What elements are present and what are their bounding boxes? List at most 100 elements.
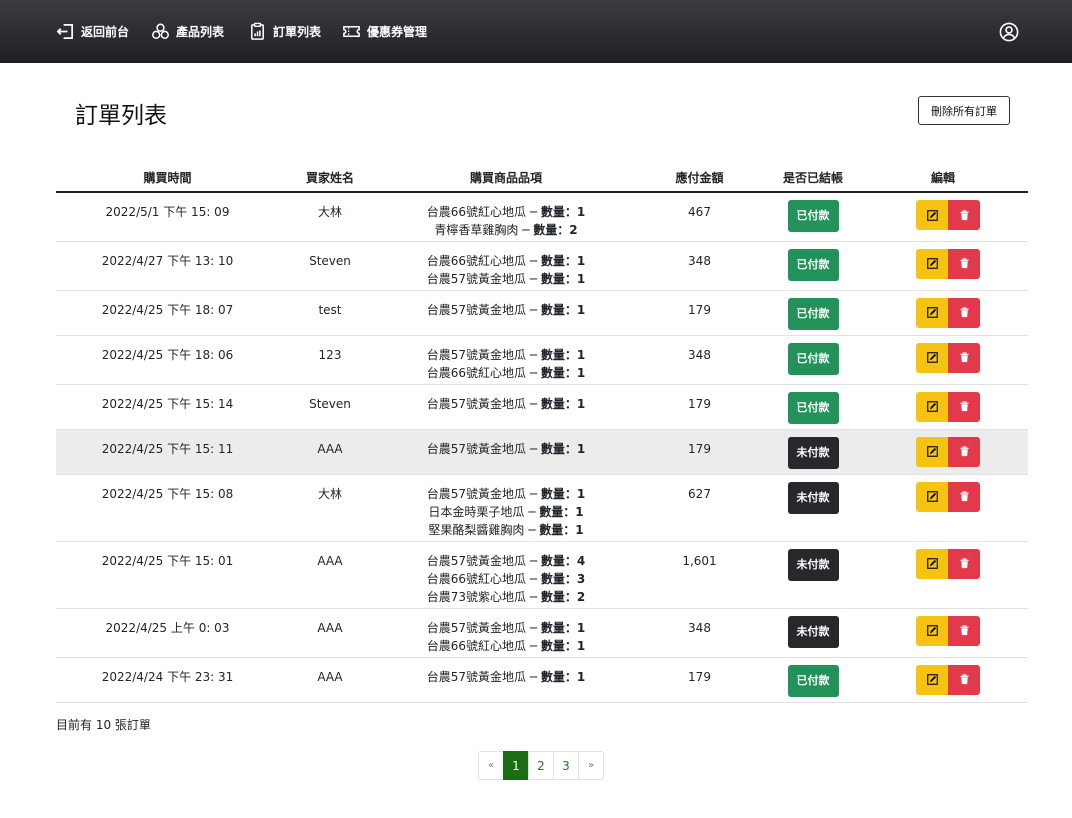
item-separator: ─ [526,441,541,456]
edit-order-button[interactable] [916,436,948,467]
trash-icon [959,491,969,502]
edit-order-button[interactable] [916,481,948,512]
item-product: 台農57號黃金地瓜 [426,620,527,635]
delete-order-button[interactable] [948,615,980,646]
item-qty-label: 數量： [540,271,577,286]
pagination-next[interactable]: » [578,751,604,780]
item-qty: 1 [575,522,584,537]
user-icon[interactable] [999,22,1019,42]
delete-all-orders-button[interactable]: 刪除所有訂單 [918,96,1010,125]
cell-items: 台農57號黃金地瓜 ─ 數量：1 台農66號紅心地瓜 ─ 數量：1 [381,335,631,385]
delete-order-button[interactable] [948,436,980,467]
cell-purchase-time: 2022/4/25 下午 18: 06 [56,335,279,385]
item-qty: 3 [576,571,586,586]
item-product: 台農66號紅心地瓜 [426,571,527,586]
edit-icon [926,558,938,569]
item-qty: 2 [569,223,578,237]
cell-items: 台農57號黃金地瓜 ─ 數量：1 日本金時栗子地瓜 ─ 數量：1 堅果酪梨醬雞胸肉 … [381,474,631,542]
delete-order-button[interactable] [948,297,980,328]
item-product: 台農66號紅心地瓜 [426,205,527,219]
item-qty: 1 [576,441,586,456]
item-separator: ─ [526,253,541,268]
cell-purchase-time: 2022/4/25 下午 15: 08 [56,474,279,542]
cell-items: 台農66號紅心地瓜 ─ 數量：1 青檸香草雞胸肉 ─ 數量：2 [381,192,631,242]
item-product: 台農57號黃金地瓜 [426,271,527,286]
item-separator: ─ [526,571,541,586]
header-purchase-time: 購買時間 [56,163,279,193]
edit-order-button[interactable] [916,248,948,279]
delete-order-button[interactable] [948,248,980,279]
paid-status-button[interactable]: 已付款 [787,664,839,697]
item-qty-label: 數量： [540,553,577,568]
paid-status-button[interactable]: 已付款 [787,297,839,330]
pagination-page-2[interactable]: 2 [528,751,554,780]
paid-status-button[interactable]: 已付款 [787,342,839,375]
trash-icon [959,401,969,412]
pagination-page-3[interactable]: 3 [553,751,579,780]
nav-item-products[interactable]: 產品列表 [151,0,224,63]
unpaid-status-button[interactable]: 未付款 [787,436,839,469]
item-qty-label: 數量： [540,620,577,635]
item-qty-label: 數量： [540,589,577,604]
paid-status-button[interactable]: 已付款 [787,391,839,424]
item-product: 台農57號黃金地瓜 [426,669,527,684]
edit-order-button[interactable] [916,615,948,646]
paid-status-button[interactable]: 已付款 [787,248,839,281]
edit-order-button[interactable] [916,297,948,328]
item-line: 台農57號黃金地瓜 ─ 數量：4 [381,552,631,570]
cell-amount: 179 [631,290,768,336]
nav-item-orders[interactable]: 訂單列表 [248,0,321,63]
cell-purchase-time: 2022/4/24 下午 23: 31 [56,657,279,703]
orders-icon [251,22,264,40]
item-qty-label: 數量： [540,669,577,684]
edit-order-button[interactable] [916,200,948,230]
item-line: 台農66號紅心地瓜 ─ 數量：1 [381,203,631,221]
item-product: 堅果酪梨醬雞胸肉 [428,522,525,537]
cell-paid-status: 未付款 [768,429,858,475]
edit-button-group [916,548,980,579]
cell-buyer-name: 大林 [279,192,381,242]
cell-buyer-name: AAA [279,429,381,475]
page-title: 訂單列表 [75,103,167,129]
delete-order-button[interactable] [948,391,980,422]
cell-edit [858,192,1028,242]
cell-amount: 179 [631,384,768,430]
item-line: 台農57號黃金地瓜 ─ 數量：1 [381,668,631,686]
products-icon [152,23,169,40]
unpaid-status-button[interactable]: 未付款 [787,615,839,648]
table-row: 2022/4/25 下午 15: 01 AAA 台農57號黃金地瓜 ─ 數量：4 台農… [56,541,1028,609]
item-line: 堅果酪梨醬雞胸肉 ─ 數量：1 [381,521,631,539]
delete-order-button[interactable] [948,342,980,373]
delete-order-button[interactable] [948,200,980,230]
unpaid-status-button[interactable]: 未付款 [787,481,839,514]
item-qty: 4 [576,553,586,568]
cell-purchase-time: 2022/5/1 下午 15: 09 [56,192,279,242]
trash-icon [959,209,969,220]
edit-order-button[interactable] [916,664,948,695]
paid-status-button[interactable]: 已付款 [787,200,839,232]
delete-order-button[interactable] [948,664,980,695]
pagination-page-1[interactable]: 1 [503,751,529,780]
table-row: 2022/4/25 下午 15: 14 Steven 台農57號黃金地瓜 ─ 數量：… [56,384,1028,430]
cell-items: 台農57號黃金地瓜 ─ 數量：1 [381,657,631,703]
nav-item-back-to-store[interactable]: 返回前台 [56,0,129,63]
cell-items: 台農57號黃金地瓜 ─ 數量：1 台農66號紅心地瓜 ─ 數量：1 [381,608,631,658]
delete-order-button[interactable] [948,481,980,512]
item-line: 台農66號紅心地瓜 ─ 數量：1 [381,637,631,655]
pagination: « 1 2 3 » [478,751,604,780]
edit-button-group [916,391,980,422]
table-row: 2022/4/27 下午 13: 10 Steven 台農66號紅心地瓜 ─ 數量：… [56,241,1028,291]
nav-item-coupons[interactable]: 優惠券管理 [342,0,427,63]
unpaid-status-button[interactable]: 未付款 [787,548,839,581]
pagination-prev[interactable]: « [478,751,504,780]
edit-order-button[interactable] [916,342,948,373]
edit-icon [926,674,938,685]
edit-icon [926,625,938,636]
item-qty-label: 數量： [539,504,576,519]
table-row: 2022/4/25 下午 18: 06 123 台農57號黃金地瓜 ─ 數量：1 台農… [56,335,1028,385]
item-line: 台農66號紅心地瓜 ─ 數量：3 [381,570,631,588]
cell-buyer-name: 123 [279,335,381,385]
edit-order-button[interactable] [916,548,948,579]
edit-order-button[interactable] [916,391,948,422]
delete-order-button[interactable] [948,548,980,579]
